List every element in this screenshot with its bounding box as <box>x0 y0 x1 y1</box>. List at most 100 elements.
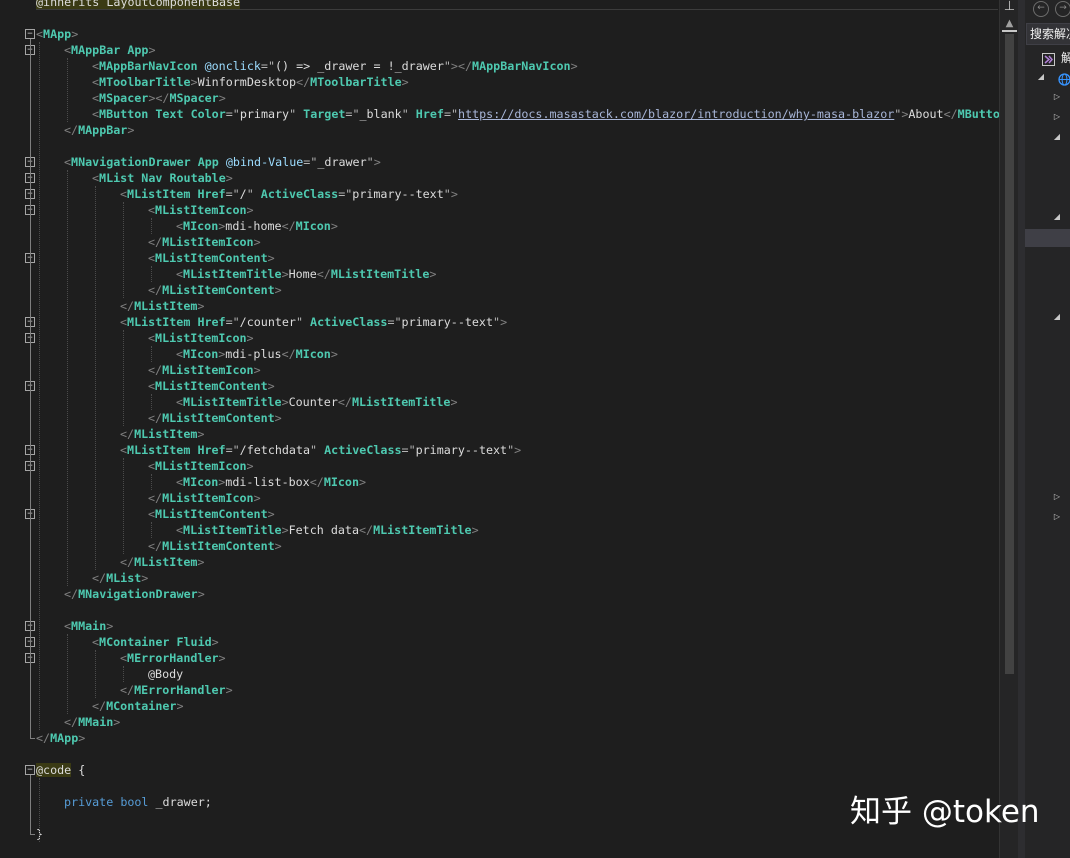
code-line[interactable]: <MListItemIcon> <box>148 202 254 218</box>
solution-root-label[interactable]: 解 <box>1061 51 1070 65</box>
code-line[interactable]: <MButton Text Color="primary" Target="_b… <box>92 106 999 122</box>
code-line[interactable]: </MListItemIcon> <box>148 490 261 506</box>
code-token: < <box>92 75 100 89</box>
code-line[interactable]: </MNavigationDrawer> <box>64 586 205 602</box>
panel-splitter[interactable] <box>1018 0 1025 858</box>
collapse-toggle-icon[interactable]: − <box>25 765 35 775</box>
code-line[interactable]: <MIcon>mdi-plus</MIcon> <box>176 346 338 362</box>
code-line[interactable]: <MErrorHandler> <box>120 650 226 666</box>
code-line[interactable]: <MIcon>mdi-home</MIcon> <box>176 218 338 234</box>
code-token: MListItemTitle <box>351 395 451 409</box>
code-token: < <box>120 443 128 457</box>
code-token: MIcon <box>295 347 331 361</box>
outlining-margin: −−−−−−−−−−−−−−−−− <box>0 0 36 858</box>
code-line[interactable]: <MListItemTitle>Home</MListItemTitle> <box>176 266 436 282</box>
code-line[interactable]: <MListItemContent> <box>148 506 275 522</box>
indent-guide <box>95 186 96 570</box>
code-line[interactable]: <MListItemIcon> <box>148 458 254 474</box>
expand-arrow-icon[interactable]: ◢ <box>1036 72 1046 82</box>
code-token[interactable]: https://docs.masastack.com/blazor/introd… <box>458 107 894 121</box>
code-line[interactable]: <MToolbarTitle>WinformDesktop</MToolbarT… <box>92 74 409 90</box>
code-line[interactable]: <MListItemIcon> <box>148 330 254 346</box>
code-line[interactable]: </MErrorHandler> <box>120 682 233 698</box>
collapse-arrow-icon[interactable]: ▷ <box>1052 492 1062 502</box>
code-line[interactable]: <MListItemContent> <box>148 378 275 394</box>
code-token: ActiveClass <box>260 187 339 201</box>
code-token: > <box>281 523 289 537</box>
code-token: MIcon <box>183 475 219 489</box>
code-line[interactable]: <MListItemContent> <box>148 250 275 266</box>
code-line[interactable]: <MAppBar App> <box>64 42 156 58</box>
expand-arrow-icon[interactable]: ◢ <box>1052 212 1062 222</box>
code-token: primary--text <box>352 187 444 201</box>
code-token: MListItem <box>127 443 191 457</box>
code-token: mdi-list-box <box>225 475 310 489</box>
code-line[interactable]: private bool _drawer; <box>64 794 212 810</box>
code-token: </ <box>337 395 352 409</box>
code-line[interactable]: <MApp> <box>36 26 78 42</box>
code-line[interactable]: </MApp> <box>36 730 85 746</box>
code-line[interactable]: </MMain> <box>64 714 120 730</box>
code-token: ></ <box>450 59 473 73</box>
collapse-arrow-icon[interactable]: ▷ <box>1052 92 1062 102</box>
collapse-arrow-icon[interactable]: ▷ <box>1052 112 1062 122</box>
outline-region-end <box>30 738 35 739</box>
code-line[interactable]: <MIcon>mdi-list-box</MIcon> <box>176 474 366 490</box>
code-token: Href <box>197 187 226 201</box>
code-line[interactable]: </MListItem> <box>120 554 204 570</box>
scroll-thumb[interactable] <box>1005 34 1014 674</box>
code-line[interactable]: </MAppBar> <box>64 122 134 138</box>
scroll-up-arrow-icon[interactable]: ▲ <box>1003 18 1016 30</box>
code-token: > <box>197 555 205 569</box>
collapse-arrow-icon[interactable]: ▷ <box>1052 512 1062 522</box>
code-line[interactable]: <MAppBarNavIcon @onclick="() => _drawer … <box>92 58 578 74</box>
expand-arrow-icon[interactable]: ◢ <box>1052 132 1062 142</box>
code-token: { <box>71 763 86 777</box>
code-line[interactable]: <MMain> <box>64 618 113 634</box>
back-icon[interactable]: ← <box>1033 1 1049 17</box>
code-editor[interactable]: −−−−−−−−−−−−−−−−− @inherits LayoutCompon… <box>0 0 999 858</box>
code-line[interactable]: </MList> <box>92 570 148 586</box>
indent-guide <box>123 202 124 298</box>
code-line[interactable]: <MListItem Href="/fetchdata" ActiveClass… <box>120 442 521 458</box>
code-line[interactable]: </MListItemIcon> <box>148 234 261 250</box>
code-line[interactable]: <MContainer Fluid> <box>92 634 219 650</box>
split-window-icon[interactable]: ⊥ <box>1003 0 1016 14</box>
code-token: > <box>570 59 578 73</box>
expand-arrow-icon[interactable]: ◢ <box>1052 312 1062 322</box>
vertical-scrollbar[interactable]: ⊥ ▲ <box>999 0 1019 858</box>
selected-tree-row[interactable] <box>1025 229 1070 247</box>
code-line[interactable]: @code { <box>36 762 85 778</box>
code-token: MListItemContent <box>155 379 268 393</box>
code-token: MMain <box>78 715 114 729</box>
code-line[interactable]: </MListItemContent> <box>148 410 282 426</box>
code-token: </ <box>120 555 135 569</box>
code-line[interactable]: </MContainer> <box>92 698 184 714</box>
code-token: primary <box>239 107 290 121</box>
code-line[interactable]: <MList Nav Routable> <box>92 170 233 186</box>
code-line[interactable]: <MListItemTitle>Counter</MListItemTitle> <box>176 394 458 410</box>
code-token: MApp <box>43 27 72 41</box>
code-line[interactable]: @Body <box>148 666 183 682</box>
code-line[interactable]: </MListItem> <box>120 298 204 314</box>
code-line[interactable]: <MListItemTitle>Fetch data</MListItemTit… <box>176 522 479 538</box>
code-token: MListItemContent <box>162 411 275 425</box>
code-line[interactable]: <MSpacer></MSpacer> <box>92 90 226 106</box>
code-token: </ <box>120 427 135 441</box>
code-token: < <box>148 331 156 345</box>
code-line[interactable]: </MListItemContent> <box>148 538 282 554</box>
code-line[interactable]: <MListItem Href="/" ActiveClass="primary… <box>120 186 458 202</box>
code-line[interactable]: </MListItemIcon> <box>148 362 261 378</box>
code-token: About <box>908 107 944 121</box>
solution-search-input[interactable]: 搜索解决 <box>1026 23 1070 45</box>
forward-icon[interactable]: → <box>1055 1 1070 17</box>
code-line[interactable]: </MListItem> <box>120 426 204 442</box>
code-token: < <box>92 59 100 73</box>
code-line[interactable]: <MNavigationDrawer App @bind-Value="_dra… <box>64 154 381 170</box>
inherits-directive-line[interactable]: @inherits LayoutComponentBase <box>36 0 241 10</box>
collapse-toggle-icon[interactable]: − <box>25 29 35 39</box>
code-token: > <box>246 203 254 217</box>
code-line[interactable]: <MListItem Href="/counter" ActiveClass="… <box>120 314 507 330</box>
code-line[interactable]: </MListItemContent> <box>148 282 282 298</box>
code-token: Home <box>288 267 317 281</box>
